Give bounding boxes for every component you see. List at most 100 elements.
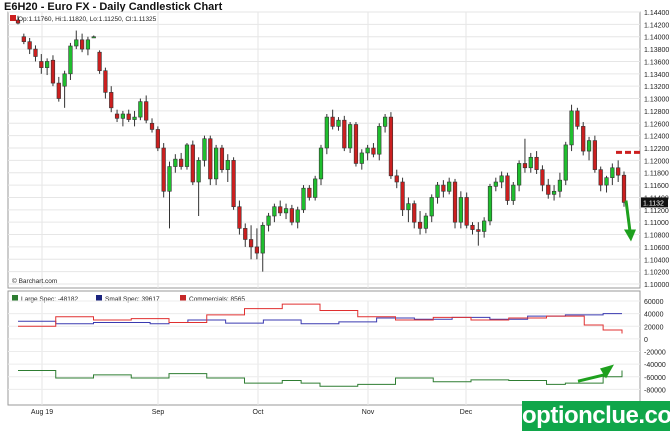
candle-body: [365, 147, 370, 154]
candle-body: [126, 113, 131, 120]
candle-body: [528, 156, 533, 169]
candle-body: [179, 158, 184, 167]
price-y-tick: 1.11800: [644, 171, 669, 178]
cot-legend-swatch: [12, 295, 18, 301]
candle-body: [97, 51, 102, 72]
candle-body: [505, 175, 510, 201]
candle-body: [289, 208, 294, 223]
cot-legend-label: Small Spec: 39617: [105, 296, 160, 303]
price-y-tick: 1.11600: [644, 183, 669, 190]
candle-body: [330, 116, 335, 127]
price-y-tick: 1.11000: [644, 220, 669, 227]
candle-body: [243, 228, 248, 240]
candle-body: [447, 181, 452, 192]
cot-legend-swatch: [96, 295, 102, 301]
x-axis-label: Sep: [152, 409, 165, 416]
candle-body: [487, 186, 493, 222]
candle-body: [301, 187, 306, 211]
candle-body: [237, 206, 242, 229]
candle-body: [452, 181, 458, 223]
x-axis-label: Nov: [362, 409, 375, 416]
cot-y-tick: -60000: [644, 375, 666, 382]
candle-body: [464, 197, 469, 226]
candle-body: [149, 122, 155, 130]
candle-body: [260, 224, 265, 254]
last-price-label: 1.1132: [643, 200, 664, 207]
candle-body: [196, 160, 201, 183]
x-axis-label: Aug 19: [31, 409, 53, 416]
price-y-tick: 1.14200: [644, 22, 669, 29]
price-y-tick: 1.13400: [644, 72, 669, 79]
candle-body: [295, 209, 300, 223]
candle-body: [272, 206, 277, 217]
price-y-tick: 1.13200: [644, 84, 669, 91]
candle-body: [616, 167, 621, 176]
candle-body: [74, 39, 79, 47]
candle-body: [132, 116, 137, 120]
candle-body: [435, 184, 440, 198]
candle-body: [423, 215, 428, 229]
price-y-tick: 1.11200: [644, 208, 669, 215]
x-axis-label: Dec: [460, 409, 473, 416]
candle-body: [417, 221, 423, 229]
price-y-tick: 1.13600: [644, 59, 669, 66]
candle-body: [219, 147, 225, 170]
candle-body: [569, 110, 574, 146]
candle-body: [441, 184, 446, 192]
candle-body: [231, 160, 236, 208]
chart-canvas: 1.14400 1.14200 1.14000 1.13800 1.13600 1.134…: [7, 10, 669, 416]
candle-body: [394, 175, 399, 183]
candle-body: [342, 119, 347, 149]
cot-y-tick: 0: [644, 337, 648, 344]
cot-y-tick: 60000: [644, 299, 664, 306]
candle-body: [575, 110, 580, 127]
price-y-tick: 1.12000: [644, 158, 669, 165]
price-y-tick: 1.10200: [644, 270, 669, 277]
price-y-tick: 1.12800: [644, 109, 669, 116]
candle-body: [167, 166, 172, 192]
price-y-tick: 1.12400: [644, 134, 669, 141]
candle-body: [604, 177, 609, 186]
candle-body: [324, 116, 329, 149]
candle-body: [493, 181, 498, 187]
candle-body: [458, 197, 463, 223]
copyright: © Barchart.com: [12, 277, 57, 285]
candle-body: [155, 129, 160, 149]
candle-body: [382, 116, 388, 127]
candle-body: [79, 39, 85, 50]
candle-body: [85, 39, 91, 50]
price-y-tick: 1.12600: [644, 121, 669, 128]
price-y-tick: 1.10000: [644, 282, 669, 289]
cot-legend-label: Large Spec: -48182: [21, 296, 78, 303]
candle-body: [208, 138, 213, 180]
cot-y-tick: -80000: [644, 387, 666, 394]
candle-body: [56, 82, 61, 99]
candle-body: [33, 48, 38, 57]
cot-y-tick: 20000: [644, 324, 664, 331]
candle-body: [173, 158, 178, 167]
candle-body: [184, 144, 190, 167]
candle-body: [592, 140, 597, 170]
cot-y-tick: -40000: [644, 362, 666, 369]
price-y-tick: 1.12200: [644, 146, 669, 153]
cot-y-tick: -20000: [644, 350, 666, 357]
candle-body: [68, 45, 73, 75]
candle-body: [161, 147, 166, 192]
ohlc-marker: [10, 15, 16, 21]
candle-body: [138, 101, 143, 118]
candle-body: [336, 119, 341, 127]
candle-body: [114, 113, 120, 119]
candle-body: [511, 184, 516, 201]
candle-body: [45, 61, 50, 68]
price-y-tick: 1.10400: [644, 257, 669, 264]
cot-panel-frame: [7, 290, 641, 406]
brand-watermark: optionclue.com: [522, 401, 670, 431]
cot-legend-label: Commercials: 8565: [189, 296, 245, 303]
candle-body: [278, 206, 283, 214]
price-y-tick: 1.14000: [644, 35, 669, 42]
candle-body: [476, 229, 481, 232]
candle-body: [353, 124, 359, 164]
candle-body: [621, 174, 627, 203]
candle-body: [388, 116, 394, 177]
candle-body: [499, 175, 504, 183]
